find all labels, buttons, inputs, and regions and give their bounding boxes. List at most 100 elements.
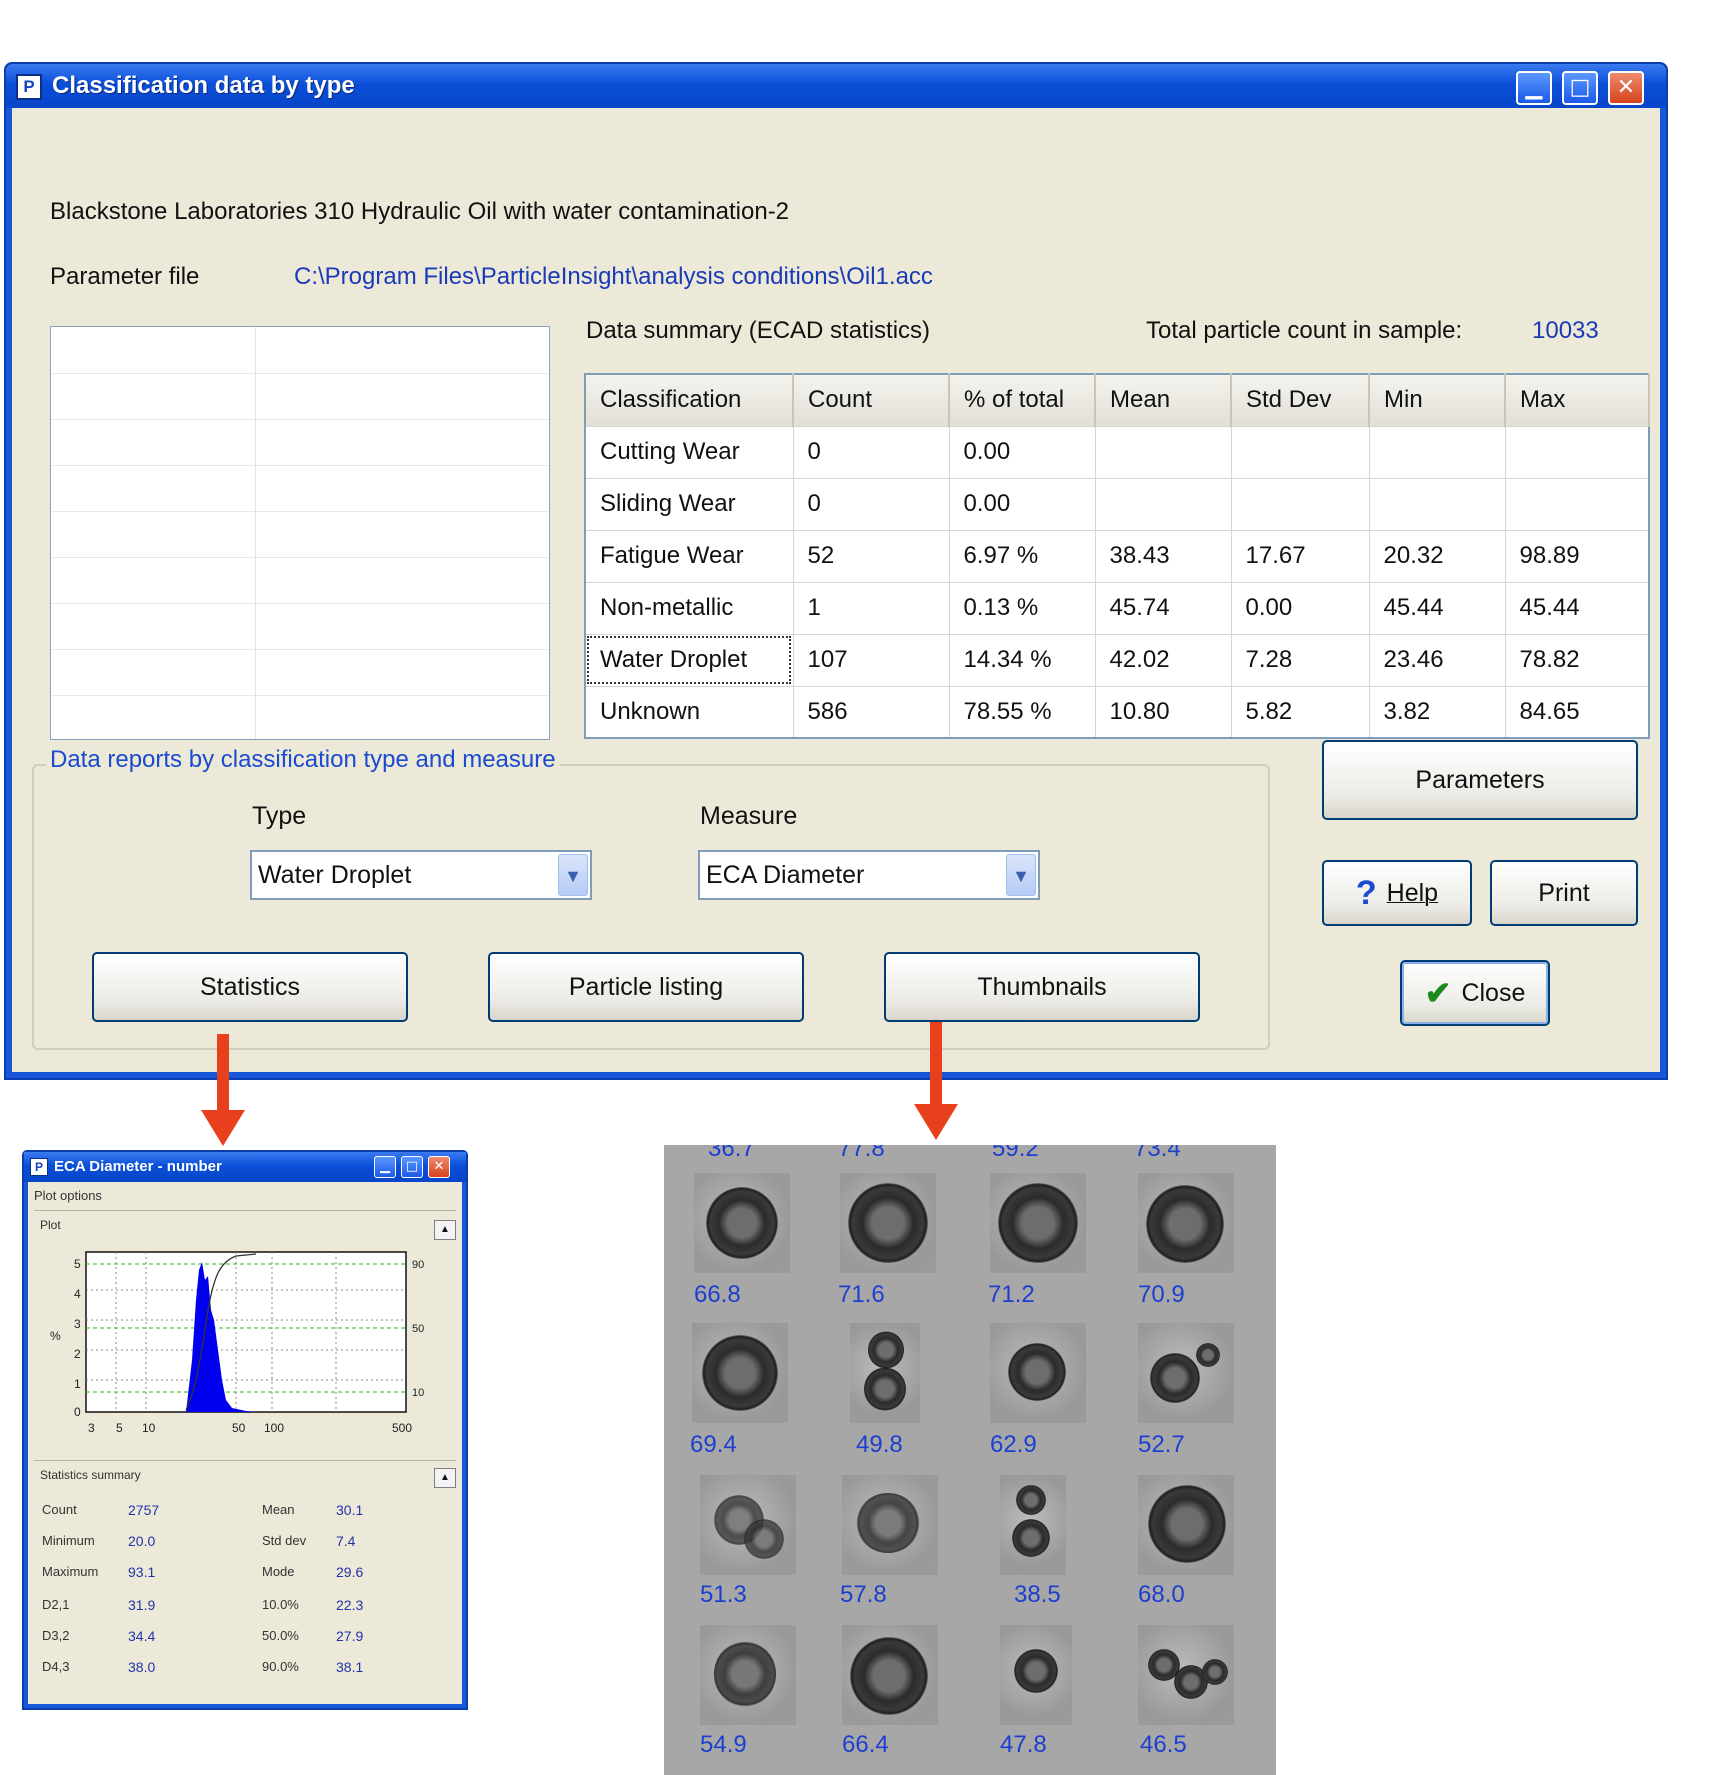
column-header[interactable]: Count bbox=[792, 373, 950, 427]
thumbnail-image[interactable] bbox=[1000, 1475, 1066, 1575]
thumbnail-label: 59.2 bbox=[992, 1145, 1039, 1162]
stat-label: D4,3 bbox=[42, 1659, 70, 1674]
y-tick-label: 4 bbox=[74, 1287, 81, 1301]
table-cell: 14.34 % bbox=[948, 633, 1096, 687]
thumbnail-label: 68.0 bbox=[1138, 1581, 1185, 1608]
thumbnail-label: 69.4 bbox=[690, 1431, 737, 1458]
column-header[interactable]: Max bbox=[1504, 373, 1650, 427]
thumbnail-image[interactable] bbox=[990, 1173, 1086, 1273]
thumbnail-image[interactable] bbox=[1138, 1475, 1234, 1575]
type-select[interactable]: Water Droplet ▼ bbox=[250, 850, 592, 900]
table-cell: 0 bbox=[792, 425, 950, 479]
collapse-plot-button[interactable]: ▲ bbox=[434, 1220, 456, 1240]
close-window-button[interactable]: ✕ bbox=[1608, 71, 1644, 105]
measure-select[interactable]: ECA Diameter ▼ bbox=[698, 850, 1040, 900]
stat-label: D2,1 bbox=[42, 1597, 70, 1612]
window-title: Classification data by type bbox=[52, 72, 355, 99]
collapse-summary-button[interactable]: ▲ bbox=[434, 1468, 456, 1488]
table-row[interactable]: Cutting Wear 0 0.00 bbox=[584, 425, 1650, 479]
statistics-button[interactable]: Statistics bbox=[92, 952, 408, 1022]
thumbnail-image[interactable] bbox=[842, 1475, 938, 1575]
table-cell: 0.00 bbox=[948, 425, 1096, 479]
table-header-row: Classification Count % of total Mean Std… bbox=[584, 373, 1650, 427]
table-cell bbox=[1368, 425, 1506, 479]
table-cell: 3.82 bbox=[1368, 685, 1506, 739]
maximize-button[interactable]: □ bbox=[1562, 71, 1598, 105]
thumbnail-image[interactable] bbox=[842, 1625, 938, 1725]
stat-label: Count bbox=[42, 1502, 77, 1517]
thumbnails-button[interactable]: Thumbnails bbox=[884, 952, 1200, 1022]
table-row[interactable]: Sliding Wear 0 0.00 bbox=[584, 477, 1650, 531]
thumbnails-panel[interactable]: 36.7 77.8 59.2 73.4 66.8 71.6 71.2 70.9 … bbox=[664, 1145, 1276, 1775]
droplet bbox=[850, 1637, 928, 1715]
arrow-head-icon bbox=[914, 1104, 958, 1140]
thumbnail-image[interactable] bbox=[840, 1173, 936, 1273]
title-bar[interactable]: P Classification data by type ▁ □ ✕ bbox=[6, 64, 1666, 108]
stats-title-bar[interactable]: P ECA Diameter - number ▁ □ ✕ bbox=[24, 1152, 466, 1182]
data-summary-label: Data summary (ECAD statistics) bbox=[586, 317, 931, 344]
close-button[interactable]: ✔ Close bbox=[1400, 960, 1550, 1026]
column-header[interactable]: Classification bbox=[584, 373, 794, 427]
droplet bbox=[1012, 1519, 1050, 1557]
plot-frame bbox=[85, 1251, 407, 1413]
close-window-button[interactable]: ✕ bbox=[428, 1156, 450, 1178]
thumbnail-image[interactable] bbox=[1000, 1625, 1072, 1725]
classification-list-panel[interactable] bbox=[50, 326, 550, 740]
stat-value: 22.3 bbox=[336, 1597, 364, 1613]
help-button[interactable]: ? Help bbox=[1322, 860, 1472, 926]
table-row[interactable]: Non-metallic 1 0.13 % 45.74 0.00 45.44 4… bbox=[584, 581, 1650, 635]
left-y-axis: 5 4 3 2 1 0 % bbox=[50, 1257, 81, 1419]
thumbnail-image[interactable] bbox=[700, 1475, 796, 1575]
chevron-down-icon[interactable]: ▼ bbox=[1006, 854, 1036, 896]
maximize-button[interactable]: □ bbox=[401, 1156, 423, 1178]
y2-tick-label: 90 bbox=[412, 1259, 424, 1271]
classification-window: P Classification data by type ▁ □ ✕ Blac… bbox=[4, 62, 1668, 1080]
column-header[interactable]: Std Dev bbox=[1230, 373, 1370, 427]
plot-options-menu[interactable]: Plot options bbox=[34, 1188, 102, 1203]
chevron-down-icon[interactable]: ▼ bbox=[558, 854, 588, 896]
stat-value: 34.4 bbox=[128, 1628, 156, 1644]
stat-label: Mean bbox=[262, 1502, 295, 1517]
thumbnail-image[interactable] bbox=[990, 1323, 1086, 1423]
minimize-button[interactable]: ▁ bbox=[374, 1156, 396, 1178]
column-header[interactable]: % of total bbox=[948, 373, 1096, 427]
thumbnail-image[interactable] bbox=[692, 1323, 788, 1423]
divider bbox=[51, 603, 549, 604]
table-cell: 78.55 % bbox=[948, 685, 1096, 739]
droplet bbox=[706, 1187, 778, 1259]
print-button[interactable]: Print bbox=[1490, 860, 1638, 926]
table-cell: Sliding Wear bbox=[584, 477, 794, 531]
thumbnail-image[interactable] bbox=[1138, 1323, 1234, 1423]
column-header[interactable]: Min bbox=[1368, 373, 1506, 427]
thumbnail-label: 71.6 bbox=[838, 1281, 885, 1308]
parameter-file-path[interactable]: C:\Program Files\ParticleInsight\analysi… bbox=[294, 263, 933, 291]
table-cell: 6.97 % bbox=[948, 529, 1096, 583]
thumbnail-image[interactable] bbox=[850, 1323, 920, 1423]
table-row[interactable]: Fatigue Wear 52 6.97 % 38.43 17.67 20.32… bbox=[584, 529, 1650, 583]
y-tick-label: 0 bbox=[74, 1405, 81, 1419]
thumbnail-image[interactable] bbox=[700, 1625, 796, 1725]
summary-table[interactable]: Classification Count % of total Mean Std… bbox=[584, 373, 1650, 739]
parameters-button[interactable]: Parameters bbox=[1322, 740, 1638, 820]
app-icon: P bbox=[16, 74, 42, 100]
table-row[interactable]: Unknown 586 78.55 % 10.80 5.82 3.82 84.6… bbox=[584, 685, 1650, 739]
x-tick-label: 500 bbox=[392, 1421, 412, 1435]
particle-listing-button-label: Particle listing bbox=[568, 972, 724, 1001]
column-header[interactable]: Mean bbox=[1094, 373, 1232, 427]
stats-window-title: ECA Diameter - number bbox=[54, 1158, 222, 1175]
minimize-icon: ▁ bbox=[380, 1159, 390, 1174]
table-cell bbox=[1230, 425, 1370, 479]
stat-value: 27.9 bbox=[336, 1628, 364, 1644]
particle-listing-button[interactable]: Particle listing bbox=[488, 952, 804, 1022]
minimize-button[interactable]: ▁ bbox=[1516, 71, 1552, 105]
table-row[interactable]: Water Droplet 107 14.34 % 42.02 7.28 23.… bbox=[584, 633, 1650, 687]
close-icon: ✕ bbox=[433, 1159, 445, 1174]
thumbnail-image[interactable] bbox=[1138, 1625, 1234, 1725]
thumbnail-image[interactable] bbox=[694, 1173, 790, 1273]
print-button-label: Print bbox=[1538, 878, 1590, 907]
minimize-icon: ▁ bbox=[1525, 75, 1543, 100]
thumbnail-image[interactable] bbox=[1138, 1173, 1234, 1273]
eca-diameter-window: P ECA Diameter - number ▁ □ ✕ Plot optio… bbox=[22, 1150, 468, 1710]
y-tick-label: 3 bbox=[74, 1317, 81, 1331]
table-cell bbox=[1504, 425, 1650, 479]
